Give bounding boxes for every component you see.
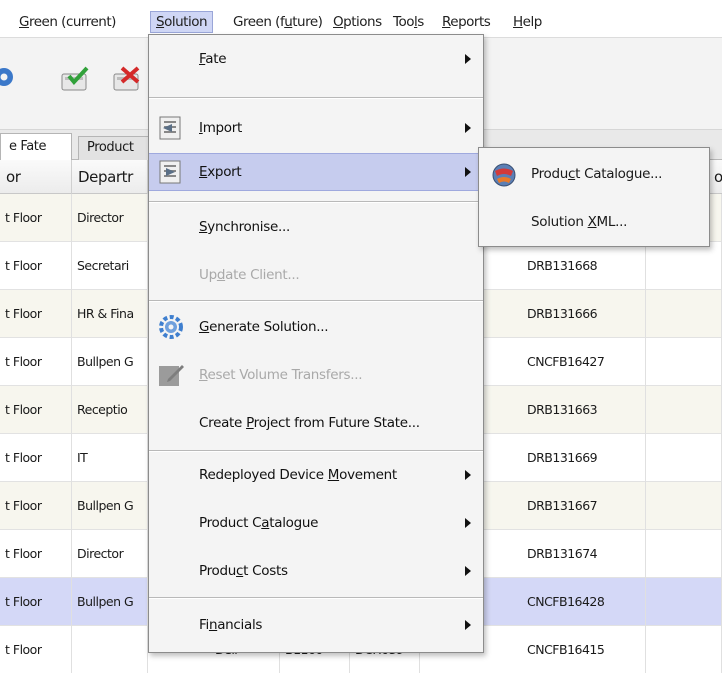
table-cell: t Floor: [0, 578, 72, 626]
table-cell: [646, 434, 722, 482]
menu-item-redeployed-device-movement[interactable]: Redeployed Device Movement: [149, 455, 483, 495]
catalogue-globe-icon: [491, 162, 517, 204]
menu-separator: [149, 450, 483, 452]
menu-item-product-catalogue[interactable]: Product Catalogue: [149, 503, 483, 543]
submenu-arrow-icon: [465, 470, 471, 480]
submenu-arrow-icon: [465, 54, 471, 64]
table-cell: DRB131663: [522, 386, 646, 434]
menu-separator: [149, 597, 483, 599]
column-header-last[interactable]: or: [708, 160, 722, 194]
table-cell: Director: [72, 530, 148, 578]
table-cell: DRB131668: [522, 242, 646, 290]
menu-item-synchronise[interactable]: Synchronise...: [149, 207, 483, 247]
menu-tools[interactable]: Tools: [388, 11, 429, 33]
table-cell: Director: [72, 194, 148, 242]
table-cell: DRB131666: [522, 290, 646, 338]
submenu-item-solution-xml[interactable]: Solution XML...: [479, 202, 709, 242]
menu-item-financials[interactable]: Financials: [149, 604, 483, 646]
table-cell: t Floor: [0, 290, 72, 338]
table-cell: DRB131669: [522, 434, 646, 482]
menu-item-create-project[interactable]: Create Project from Future State...: [149, 403, 483, 443]
table-cell: [646, 242, 722, 290]
menu-item-export[interactable]: Export: [149, 153, 483, 191]
table-cell: t Floor: [0, 338, 72, 386]
column-header-floor[interactable]: or: [0, 160, 72, 194]
table-cell: CNCFB16427: [522, 338, 646, 386]
table-cell: [646, 530, 722, 578]
table-cell: [646, 290, 722, 338]
table-cell: [646, 578, 722, 626]
table-cell: [72, 626, 148, 673]
table-cell: [646, 386, 722, 434]
gear-icon[interactable]: [0, 64, 20, 94]
submenu-arrow-icon: [465, 566, 471, 576]
export-submenu: Product Catalogue... Solution XML...: [478, 147, 710, 247]
menu-separator: [149, 201, 483, 203]
table-cell: t Floor: [0, 626, 72, 673]
menu-green-current[interactable]: Green (current): [14, 11, 121, 33]
generate-gears-icon: [158, 314, 184, 356]
table-cell: Bullpen G: [72, 578, 148, 626]
menu-separator: [149, 97, 483, 99]
menu-bar: Green (current) Solution Green (future) …: [0, 0, 722, 38]
submenu-arrow-icon: [465, 518, 471, 528]
table-cell: DRB131667: [522, 482, 646, 530]
solution-menu: Fate Import Export Synchronise... Update…: [148, 34, 484, 653]
table-cell: CNCFB16415: [522, 626, 646, 673]
table-cell: Bullpen G: [72, 338, 148, 386]
submenu-arrow-icon: [465, 167, 471, 177]
table-cell: t Floor: [0, 482, 72, 530]
submenu-item-product-catalogue[interactable]: Product Catalogue...: [479, 154, 709, 194]
import-icon: [158, 116, 182, 155]
export-icon: [158, 160, 182, 198]
menu-solution[interactable]: Solution: [150, 11, 214, 33]
menu-item-import[interactable]: Import: [149, 109, 483, 147]
menu-item-reset-volume-transfers[interactable]: Reset Volume Transfers...: [149, 355, 483, 395]
reset-pad-icon: [158, 363, 184, 403]
table-cell: DRB131674: [522, 530, 646, 578]
menu-item-fate[interactable]: Fate: [149, 40, 483, 78]
table-cell: [646, 338, 722, 386]
table-cell: t Floor: [0, 242, 72, 290]
tab-product[interactable]: Product: [78, 136, 158, 160]
table-cell: t Floor: [0, 194, 72, 242]
table-cell: CNCFB16428: [522, 578, 646, 626]
table-cell: Bullpen G: [72, 482, 148, 530]
table-cell: t Floor: [0, 530, 72, 578]
table-cell: [646, 482, 722, 530]
submenu-arrow-icon: [465, 620, 471, 630]
table-cell: t Floor: [0, 434, 72, 482]
menu-help[interactable]: Help: [508, 11, 547, 33]
table-cell: t Floor: [0, 386, 72, 434]
menu-separator: [149, 300, 483, 302]
table-cell: Receptio: [72, 386, 148, 434]
check-icon[interactable]: [60, 64, 90, 98]
submenu-arrow-icon: [465, 123, 471, 133]
menu-item-generate-solution[interactable]: Generate Solution...: [149, 307, 483, 347]
table-cell: HR & Fina: [72, 290, 148, 338]
delete-icon[interactable]: [112, 64, 142, 98]
tab-fate[interactable]: e Fate: [0, 133, 72, 161]
menu-reports[interactable]: Reports: [437, 11, 495, 33]
column-header-department[interactable]: Departr: [72, 160, 148, 194]
table-cell: [646, 626, 722, 673]
menu-options[interactable]: Options: [328, 11, 387, 33]
table-cell: Secretari: [72, 242, 148, 290]
table-cell: IT: [72, 434, 148, 482]
menu-item-update-client[interactable]: Update Client...: [149, 255, 483, 295]
menu-green-future[interactable]: Green (future): [228, 11, 327, 33]
menu-item-product-costs[interactable]: Product Costs: [149, 551, 483, 591]
